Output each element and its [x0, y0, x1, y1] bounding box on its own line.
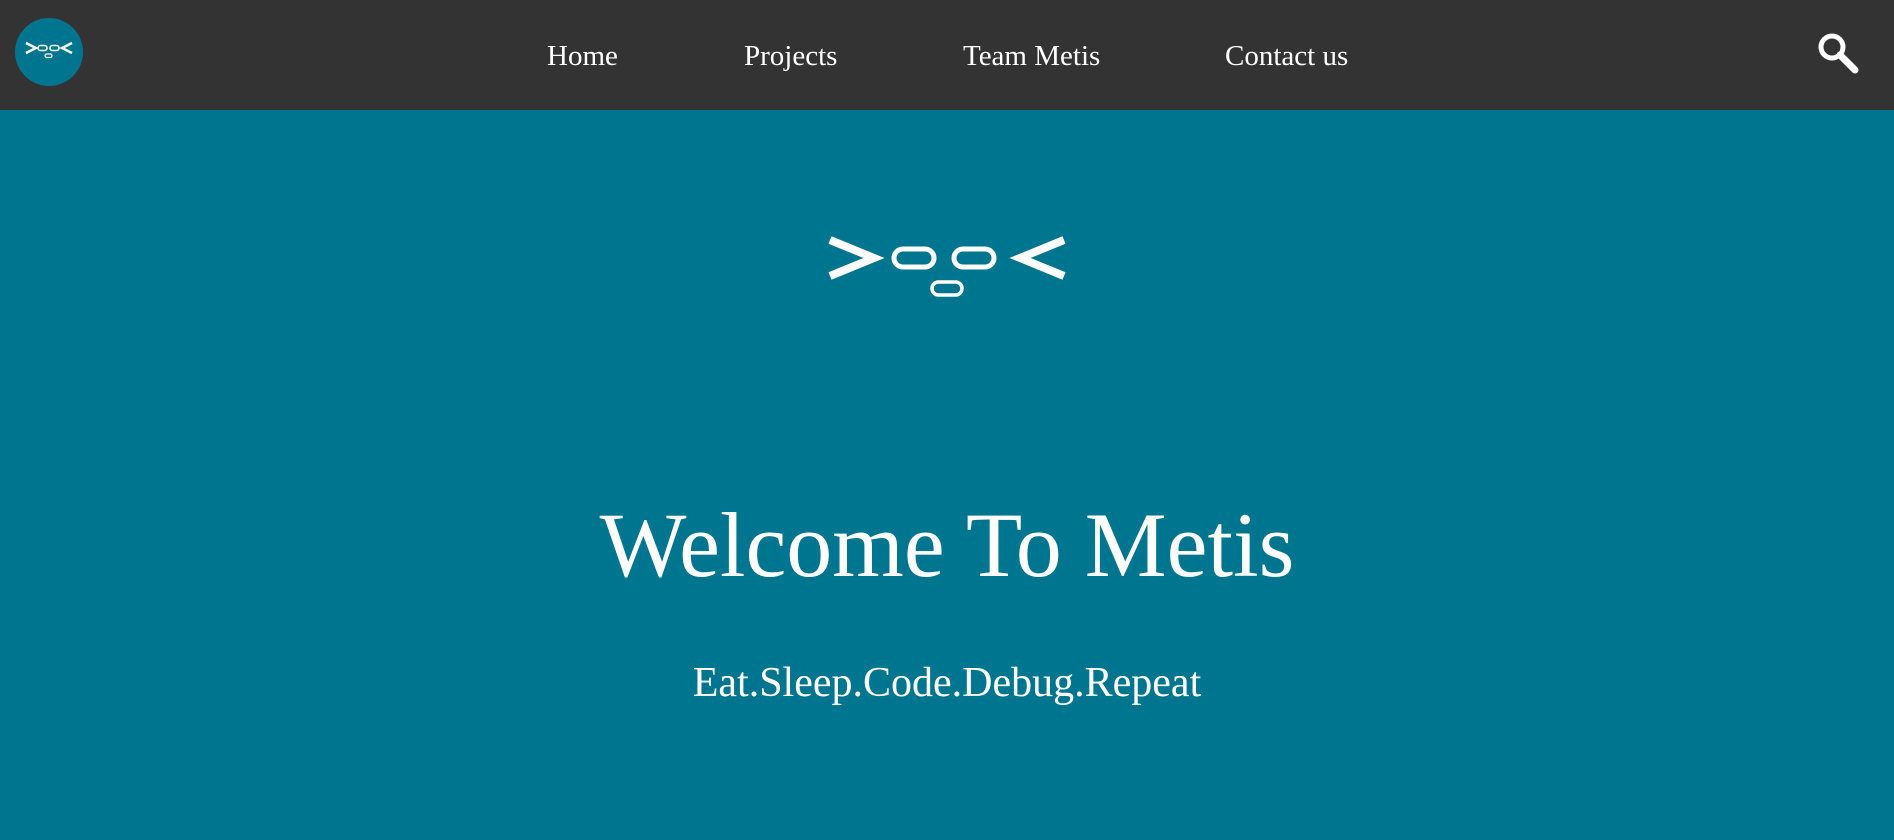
metis-face-logo-icon: [828, 236, 1066, 297]
nav-logo[interactable]: [15, 18, 83, 86]
top-navbar: Home Projects Team Metis Contact us: [0, 0, 1894, 110]
nav-link-team-metis[interactable]: Team Metis: [963, 36, 1100, 76]
hero-tagline: Eat.Sleep.Code.Debug.Repeat: [692, 660, 1202, 706]
search-button[interactable]: [1815, 30, 1861, 76]
metis-face-logo-icon: [25, 41, 73, 59]
nav-link-contact-us[interactable]: Contact us: [1225, 36, 1348, 76]
main-nav: Home Projects Team Metis Contact us: [0, 0, 1894, 110]
search-icon: [1818, 33, 1859, 74]
nav-link-home[interactable]: Home: [547, 36, 618, 76]
hero-title: Welcome To Metis: [599, 494, 1295, 596]
nav-link-projects[interactable]: Projects: [744, 36, 837, 76]
hero-section: Welcome To Metis Eat.Sleep.Code.Debug.Re…: [0, 110, 1894, 840]
